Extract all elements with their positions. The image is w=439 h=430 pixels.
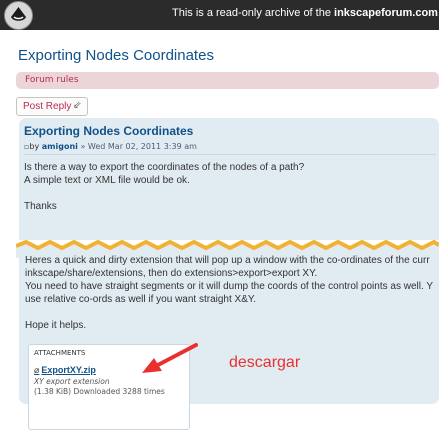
archive-banner: This is a read-only archive of the inksc… — [0, 0, 439, 30]
archive-prefix: This is a read-only archive of the — [172, 7, 335, 19]
archive-notice: This is a read-only archive of the inksc… — [172, 7, 439, 19]
forum-page: Exporting Nodes Coordinates Forum rules … — [16, 32, 439, 430]
archive-site-name: inkscapeforum.com — [334, 7, 438, 19]
inkscape-logo-icon[interactable] — [4, 1, 33, 30]
red-arrow-icon — [142, 343, 198, 373]
